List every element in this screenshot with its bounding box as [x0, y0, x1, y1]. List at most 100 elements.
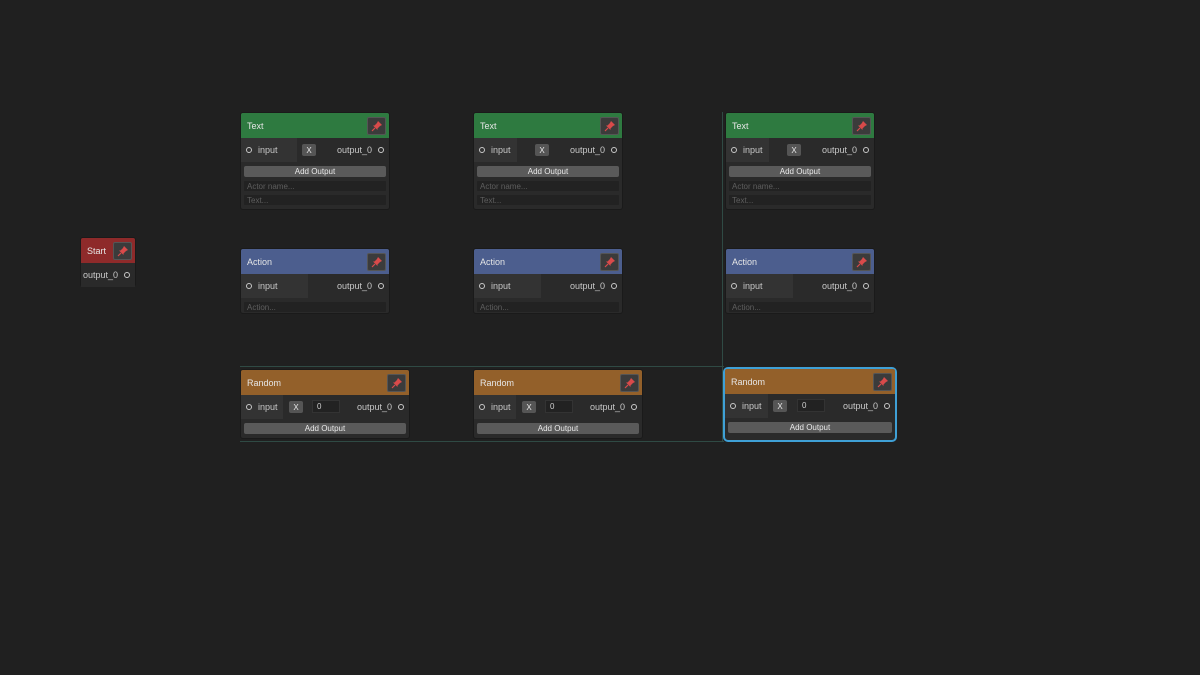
start-node-header[interactable]: Start [81, 238, 135, 263]
input-label: input [491, 281, 511, 291]
action-field[interactable]: Action... [729, 302, 871, 312]
pin-icon[interactable] [600, 252, 619, 271]
output-label: output_0 [569, 145, 605, 155]
actor-name-field[interactable]: Actor name... [729, 181, 871, 191]
action-node[interactable]: Action input output_0 Action... [240, 248, 390, 314]
add-output-button[interactable]: Add Output [244, 166, 386, 177]
text-field[interactable]: Text... [244, 195, 386, 205]
pin-icon[interactable] [600, 116, 619, 135]
actor-name-field[interactable]: Actor name... [477, 181, 619, 191]
output-port[interactable] [631, 404, 637, 410]
node-title: Text [480, 120, 497, 131]
add-output-button[interactable]: Add Output [729, 166, 871, 177]
pin-icon[interactable] [367, 252, 386, 271]
text-node-header[interactable]: Text [241, 113, 389, 138]
add-output-button[interactable]: Add Output [244, 423, 406, 434]
port-row: input output_0 [726, 274, 874, 298]
output-port[interactable] [124, 272, 130, 278]
text-field[interactable]: Text... [477, 195, 619, 205]
text-node[interactable]: Text input X output_0 Add Output Actor n… [240, 112, 390, 210]
output-port[interactable] [378, 283, 384, 289]
input-port[interactable] [246, 283, 252, 289]
port-row: input output_0 [241, 274, 389, 298]
output-port[interactable] [378, 147, 384, 153]
text-node[interactable]: Text input X output_0 Add Output Actor n… [473, 112, 623, 210]
input-port[interactable] [246, 147, 252, 153]
action-node-header[interactable]: Action [726, 249, 874, 274]
input-label: input [742, 401, 762, 411]
action-field[interactable]: Action... [477, 302, 619, 312]
pin-icon[interactable] [852, 116, 871, 135]
random-node-header[interactable]: Random [725, 369, 895, 394]
port-row: input X 0 output_0 [725, 394, 895, 418]
output-port[interactable] [398, 404, 404, 410]
text-node-header[interactable]: Text [474, 113, 622, 138]
pin-icon[interactable] [852, 252, 871, 271]
remove-output-button[interactable]: X [289, 401, 303, 413]
start-node[interactable]: Start output_0 [80, 237, 136, 287]
port-row: input X output_0 [474, 138, 622, 162]
weight-input[interactable]: 0 [797, 399, 825, 412]
action-node-header[interactable]: Action [474, 249, 622, 274]
random-node[interactable]: Random input X 0 output_0 Add Output [240, 369, 410, 439]
input-port[interactable] [246, 404, 252, 410]
random-node-header[interactable]: Random [241, 370, 409, 395]
text-node-header[interactable]: Text [726, 113, 874, 138]
start-output-row: output_0 [81, 263, 135, 287]
port-row: input X output_0 [726, 138, 874, 162]
output-port[interactable] [884, 403, 890, 409]
output-label: output_0 [589, 402, 625, 412]
node-title: Action [247, 256, 273, 267]
actor-name-field[interactable]: Actor name... [244, 181, 386, 191]
random-node[interactable]: Random input X 0 output_0 Add Output [473, 369, 643, 439]
weight-input[interactable]: 0 [312, 400, 340, 413]
input-label: input [258, 281, 278, 291]
remove-output-button[interactable]: X [773, 400, 787, 412]
output-label: output_0 [82, 270, 118, 280]
output-port[interactable] [611, 147, 617, 153]
output-label: output_0 [842, 401, 878, 411]
node-title: Random [247, 377, 282, 388]
output-port[interactable] [863, 147, 869, 153]
pin-icon[interactable] [620, 373, 639, 392]
text-field[interactable]: Text... [729, 195, 871, 205]
output-port[interactable] [611, 283, 617, 289]
port-row: input output_0 [474, 274, 622, 298]
alignment-guide-horizontal-bottom [240, 441, 724, 442]
remove-output-button[interactable]: X [302, 144, 316, 156]
action-field[interactable]: Action... [244, 302, 386, 312]
random-node-selected[interactable]: Random input X 0 output_0 Add Output [724, 368, 896, 441]
output-label: output_0 [356, 402, 392, 412]
action-node[interactable]: Action input output_0 Action... [473, 248, 623, 314]
input-label: input [743, 281, 763, 291]
text-node[interactable]: Text input X output_0 Add Output Actor n… [725, 112, 875, 210]
remove-output-button[interactable]: X [787, 144, 801, 156]
input-label: input [743, 145, 763, 155]
pin-icon[interactable] [387, 373, 406, 392]
input-label: input [491, 402, 511, 412]
remove-output-button[interactable]: X [535, 144, 549, 156]
output-port[interactable] [863, 283, 869, 289]
pin-icon[interactable] [367, 116, 386, 135]
input-port[interactable] [479, 283, 485, 289]
input-port[interactable] [730, 403, 736, 409]
remove-output-button[interactable]: X [522, 401, 536, 413]
action-node[interactable]: Action input output_0 Action... [725, 248, 875, 314]
input-port[interactable] [479, 147, 485, 153]
pin-icon[interactable] [113, 241, 132, 260]
input-port[interactable] [479, 404, 485, 410]
node-title: Text [732, 120, 749, 131]
pin-icon[interactable] [873, 372, 892, 391]
input-port[interactable] [731, 283, 737, 289]
weight-input[interactable]: 0 [545, 400, 573, 413]
add-output-button[interactable]: Add Output [728, 422, 892, 433]
action-node-header[interactable]: Action [241, 249, 389, 274]
node-title: Action [732, 256, 758, 267]
graph-canvas[interactable]: Start output_0 Text input X output_0 Add… [0, 0, 1200, 675]
input-port[interactable] [731, 147, 737, 153]
random-node-header[interactable]: Random [474, 370, 642, 395]
add-output-button[interactable]: Add Output [477, 166, 619, 177]
alignment-guide-vertical [722, 112, 723, 442]
add-output-button[interactable]: Add Output [477, 423, 639, 434]
node-title: Random [480, 377, 515, 388]
